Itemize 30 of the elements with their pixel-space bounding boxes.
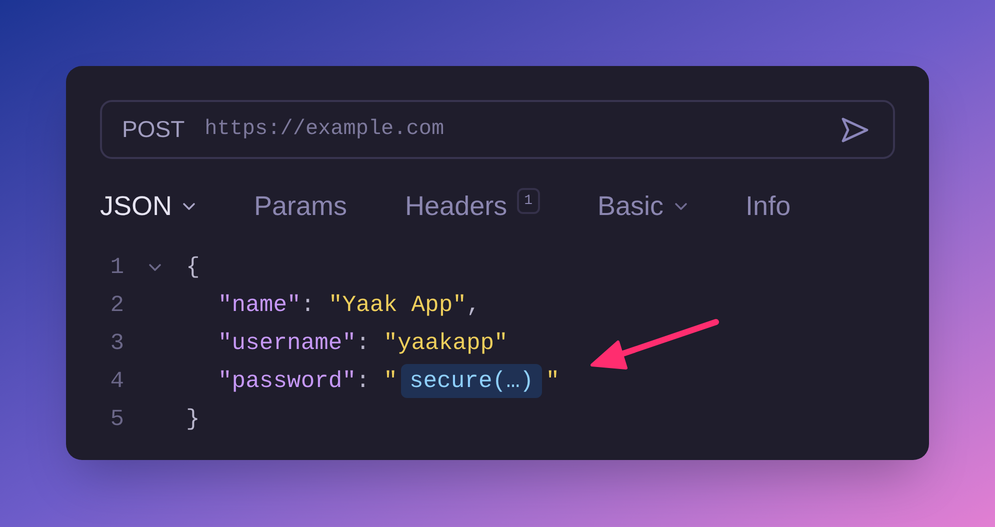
json-punctuation: : — [356, 366, 371, 396]
json-string: " — [384, 366, 398, 396]
json-string: "yaakapp" — [384, 328, 508, 358]
json-string: " — [546, 366, 560, 396]
function-chip: secure(…) — [401, 364, 542, 398]
method-label[interactable]: POST — [122, 112, 185, 147]
json-punctuation: : — [300, 290, 316, 320]
line-number: 4 — [109, 366, 124, 396]
tab[interactable]: JSON — [100, 186, 196, 226]
line-number: 5 — [109, 404, 124, 434]
json-string: "Yaak App" — [328, 290, 466, 320]
tab[interactable]: Headers 1 — [405, 186, 540, 226]
json-key: "name" — [218, 288, 301, 322]
tab[interactable]: Basic — [598, 186, 688, 226]
json-punctuation: } — [186, 404, 200, 434]
tab[interactable]: Params — [254, 186, 348, 226]
json-punctuation: , — [466, 290, 480, 320]
json-punctuation: : — [356, 328, 371, 358]
json-punctuation: { — [186, 252, 200, 282]
json-key: "password" — [218, 364, 356, 398]
tab[interactable]: Info — [746, 186, 791, 226]
line-number: 2 — [109, 290, 124, 320]
url-bar[interactable]: POST https://example.com — [100, 100, 895, 159]
line-number: 3 — [109, 328, 124, 358]
count-badge: 1 — [517, 188, 540, 214]
json-key: "username" — [218, 326, 356, 360]
send-icon[interactable] — [841, 116, 869, 142]
fold-chevron-icon[interactable] — [148, 262, 162, 272]
url-text: https://example.com — [204, 116, 446, 143]
line-number: 1 — [109, 252, 124, 282]
